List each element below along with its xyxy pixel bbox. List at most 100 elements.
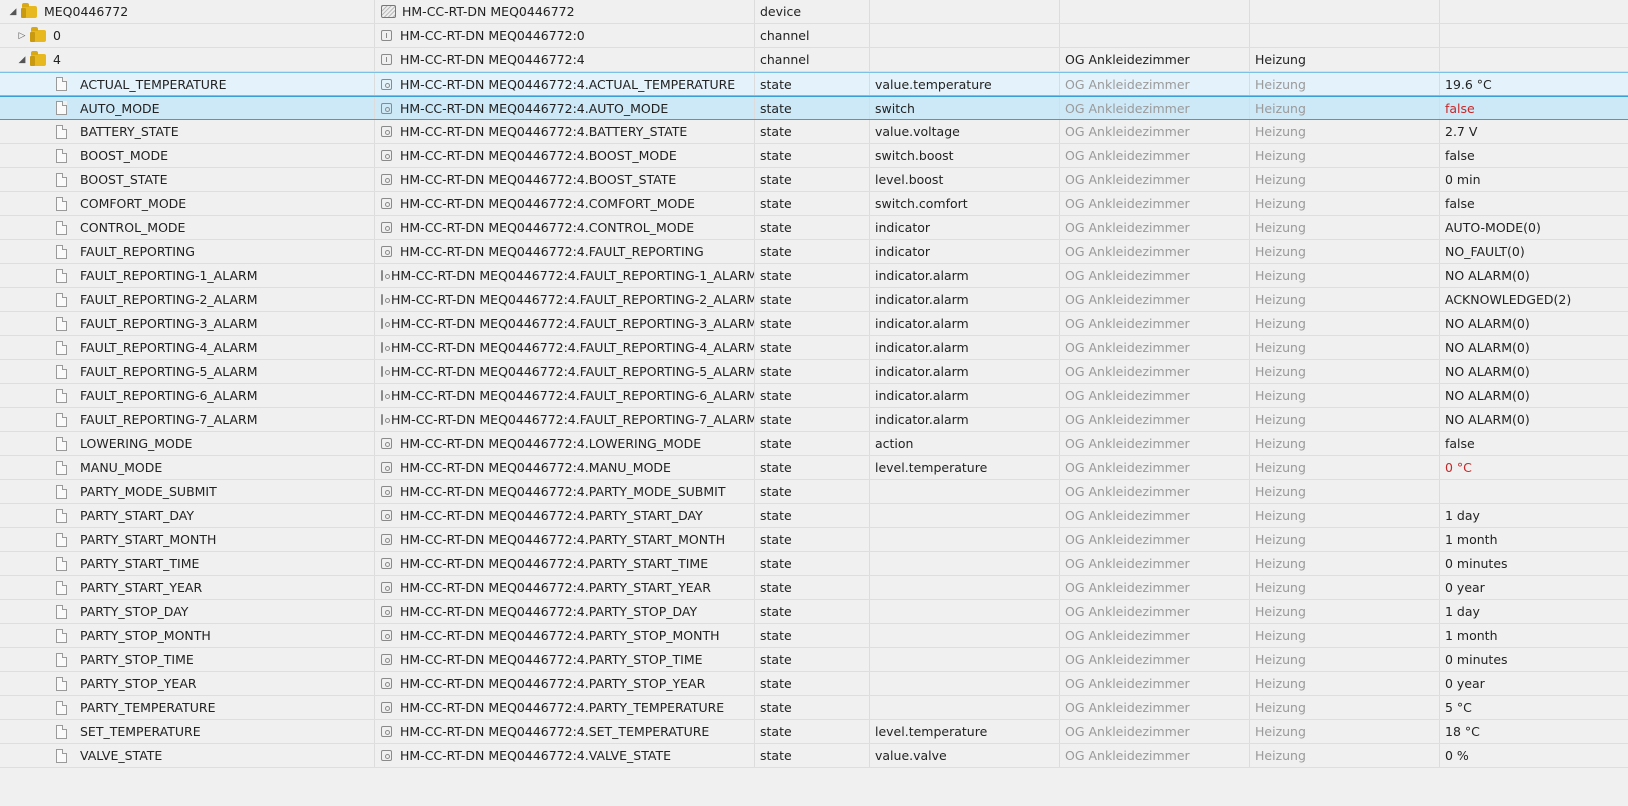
state-row[interactable]: ACTUAL_TEMPERATURE HM-CC-RT-DN MEQ0446772…	[0, 72, 1628, 96]
state-row[interactable]: PARTY_STOP_YEAR HM-CC-RT-DN MEQ0446772:4.…	[0, 672, 1628, 696]
value-cell[interactable]	[1440, 480, 1628, 503]
name-cell[interactable]: BOOST_STATE	[0, 168, 375, 191]
value-cell[interactable]: 5 °C	[1440, 696, 1628, 719]
name-cell[interactable]: CONTROL_MODE	[0, 216, 375, 239]
name-cell[interactable]: PARTY_TEMPERATURE	[0, 696, 375, 719]
name-cell[interactable]: FAULT_REPORTING-5_ALARM	[0, 360, 375, 383]
value-cell[interactable]: 19.6 °C	[1440, 73, 1628, 95]
name-cell[interactable]: FAULT_REPORTING-1_ALARM	[0, 264, 375, 287]
state-row[interactable]: FAULT_REPORTING-4_ALARM HM-CC-RT-DN MEQ04…	[0, 336, 1628, 360]
state-row[interactable]: CONTROL_MODE HM-CC-RT-DN MEQ0446772:4.CON…	[0, 216, 1628, 240]
state-row[interactable]: PARTY_STOP_DAY HM-CC-RT-DN MEQ0446772:4.P…	[0, 600, 1628, 624]
name-cell[interactable]: PARTY_STOP_YEAR	[0, 672, 375, 695]
name-cell[interactable]: COMFORT_MODE	[0, 192, 375, 215]
value-cell[interactable]: 0 °C	[1440, 456, 1628, 479]
value-cell[interactable]: 1 day	[1440, 600, 1628, 623]
value-cell[interactable]: NO_FAULT(0)	[1440, 240, 1628, 263]
value-cell[interactable]: false	[1440, 144, 1628, 167]
state-row[interactable]: BOOST_STATE HM-CC-RT-DN MEQ0446772:4.BOOS…	[0, 168, 1628, 192]
value-cell[interactable]: false	[1440, 192, 1628, 215]
name-cell[interactable]: FAULT_REPORTING-2_ALARM	[0, 288, 375, 311]
state-row[interactable]: FAULT_REPORTING HM-CC-RT-DN MEQ0446772:4.…	[0, 240, 1628, 264]
name-cell[interactable]: FAULT_REPORTING	[0, 240, 375, 263]
name-cell[interactable]: PARTY_STOP_TIME	[0, 648, 375, 671]
value-cell[interactable]: NO ALARM(0)	[1440, 360, 1628, 383]
name-cell[interactable]: PARTY_START_DAY	[0, 504, 375, 527]
name-cell[interactable]: PARTY_START_TIME	[0, 552, 375, 575]
value-cell[interactable]: 18 °C	[1440, 720, 1628, 743]
state-row[interactable]: FAULT_REPORTING-5_ALARM HM-CC-RT-DN MEQ04…	[0, 360, 1628, 384]
channel-row[interactable]: ▷ 0 HM-CC-RT-DN MEQ0446772:0 channel	[0, 24, 1628, 48]
value-cell[interactable]: 2.7 V	[1440, 120, 1628, 143]
name-cell[interactable]: BATTERY_STATE	[0, 120, 375, 143]
value-cell[interactable]: 1 month	[1440, 624, 1628, 647]
state-row[interactable]: SET_TEMPERATURE HM-CC-RT-DN MEQ0446772:4.…	[0, 720, 1628, 744]
value-cell[interactable]: false	[1440, 432, 1628, 455]
value-cell[interactable]: AUTO-MODE(0)	[1440, 216, 1628, 239]
value-cell[interactable]: 0 minutes	[1440, 552, 1628, 575]
value-cell[interactable]: NO ALARM(0)	[1440, 384, 1628, 407]
name-cell[interactable]: BOOST_MODE	[0, 144, 375, 167]
value-cell[interactable]: 1 month	[1440, 528, 1628, 551]
collapse-icon[interactable]: ◢	[16, 55, 28, 65]
name-cell[interactable]: ◢ MEQ0446772	[0, 0, 375, 23]
state-row[interactable]: PARTY_TEMPERATURE HM-CC-RT-DN MEQ0446772:…	[0, 696, 1628, 720]
value-cell[interactable]	[1440, 48, 1628, 71]
type-cell: state	[755, 360, 870, 383]
name-cell[interactable]: AUTO_MODE	[0, 97, 375, 119]
name-cell[interactable]: PARTY_START_YEAR	[0, 576, 375, 599]
value-cell[interactable]: NO ALARM(0)	[1440, 312, 1628, 335]
name-cell[interactable]: FAULT_REPORTING-6_ALARM	[0, 384, 375, 407]
name-cell[interactable]: ◢ 4	[0, 48, 375, 71]
name-cell[interactable]: PARTY_STOP_MONTH	[0, 624, 375, 647]
state-row[interactable]: FAULT_REPORTING-7_ALARM HM-CC-RT-DN MEQ04…	[0, 408, 1628, 432]
value-cell[interactable]: NO ALARM(0)	[1440, 264, 1628, 287]
name-cell[interactable]: VALVE_STATE	[0, 744, 375, 767]
device-row[interactable]: ◢ MEQ0446772 HM-CC-RT-DN MEQ0446772 device	[0, 0, 1628, 24]
value-cell[interactable]: 0 min	[1440, 168, 1628, 191]
name-cell[interactable]: ACTUAL_TEMPERATURE	[0, 73, 375, 95]
name-cell[interactable]: MANU_MODE	[0, 456, 375, 479]
name-cell[interactable]: FAULT_REPORTING-3_ALARM	[0, 312, 375, 335]
state-row[interactable]: PARTY_STOP_MONTH HM-CC-RT-DN MEQ0446772:4…	[0, 624, 1628, 648]
value-cell[interactable]: 1 day	[1440, 504, 1628, 527]
value-cell[interactable]: 0 year	[1440, 672, 1628, 695]
expand-icon[interactable]: ▷	[16, 31, 28, 41]
name-cell[interactable]: FAULT_REPORTING-4_ALARM	[0, 336, 375, 359]
value-cell[interactable]: NO ALARM(0)	[1440, 336, 1628, 359]
value-cell[interactable]	[1440, 24, 1628, 47]
state-row[interactable]: MANU_MODE HM-CC-RT-DN MEQ0446772:4.MANU_M…	[0, 456, 1628, 480]
value-cell[interactable]: 0 minutes	[1440, 648, 1628, 671]
state-row[interactable]: FAULT_REPORTING-6_ALARM HM-CC-RT-DN MEQ04…	[0, 384, 1628, 408]
state-row[interactable]: FAULT_REPORTING-1_ALARM HM-CC-RT-DN MEQ04…	[0, 264, 1628, 288]
value-cell[interactable]: false	[1440, 97, 1628, 119]
state-row[interactable]: FAULT_REPORTING-2_ALARM HM-CC-RT-DN MEQ04…	[0, 288, 1628, 312]
name-cell[interactable]: PARTY_STOP_DAY	[0, 600, 375, 623]
value-cell[interactable]: 0 %	[1440, 744, 1628, 767]
state-row[interactable]: FAULT_REPORTING-3_ALARM HM-CC-RT-DN MEQ04…	[0, 312, 1628, 336]
name-cell[interactable]: FAULT_REPORTING-7_ALARM	[0, 408, 375, 431]
state-row[interactable]: PARTY_MODE_SUBMIT HM-CC-RT-DN MEQ0446772:…	[0, 480, 1628, 504]
channel-row[interactable]: ◢ 4 HM-CC-RT-DN MEQ0446772:4 channel OG Ankl…	[0, 48, 1628, 72]
state-row[interactable]: PARTY_STOP_TIME HM-CC-RT-DN MEQ0446772:4.…	[0, 648, 1628, 672]
state-row[interactable]: PARTY_START_TIME HM-CC-RT-DN MEQ0446772:4…	[0, 552, 1628, 576]
state-row[interactable]: LOWERING_MODE HM-CC-RT-DN MEQ0446772:4.LO…	[0, 432, 1628, 456]
name-cell[interactable]: PARTY_START_MONTH	[0, 528, 375, 551]
state-row[interactable]: AUTO_MODE HM-CC-RT-DN MEQ0446772:4.AUTO_M…	[0, 96, 1628, 120]
collapse-icon[interactable]: ◢	[7, 7, 19, 17]
state-row[interactable]: PARTY_START_YEAR HM-CC-RT-DN MEQ0446772:4…	[0, 576, 1628, 600]
state-row[interactable]: PARTY_START_DAY HM-CC-RT-DN MEQ0446772:4.…	[0, 504, 1628, 528]
state-row[interactable]: BOOST_MODE HM-CC-RT-DN MEQ0446772:4.BOOST…	[0, 144, 1628, 168]
value-cell[interactable]: ACKNOWLEDGED(2)	[1440, 288, 1628, 311]
state-row[interactable]: VALVE_STATE HM-CC-RT-DN MEQ0446772:4.VALV…	[0, 744, 1628, 768]
name-cell[interactable]: ▷ 0	[0, 24, 375, 47]
state-row[interactable]: PARTY_START_MONTH HM-CC-RT-DN MEQ0446772:…	[0, 528, 1628, 552]
name-cell[interactable]: PARTY_MODE_SUBMIT	[0, 480, 375, 503]
value-cell[interactable]: 0 year	[1440, 576, 1628, 599]
value-cell[interactable]: NO ALARM(0)	[1440, 408, 1628, 431]
name-cell[interactable]: SET_TEMPERATURE	[0, 720, 375, 743]
state-row[interactable]: BATTERY_STATE HM-CC-RT-DN MEQ0446772:4.BA…	[0, 120, 1628, 144]
state-row[interactable]: COMFORT_MODE HM-CC-RT-DN MEQ0446772:4.COM…	[0, 192, 1628, 216]
name-cell[interactable]: LOWERING_MODE	[0, 432, 375, 455]
value-cell[interactable]	[1440, 0, 1628, 23]
